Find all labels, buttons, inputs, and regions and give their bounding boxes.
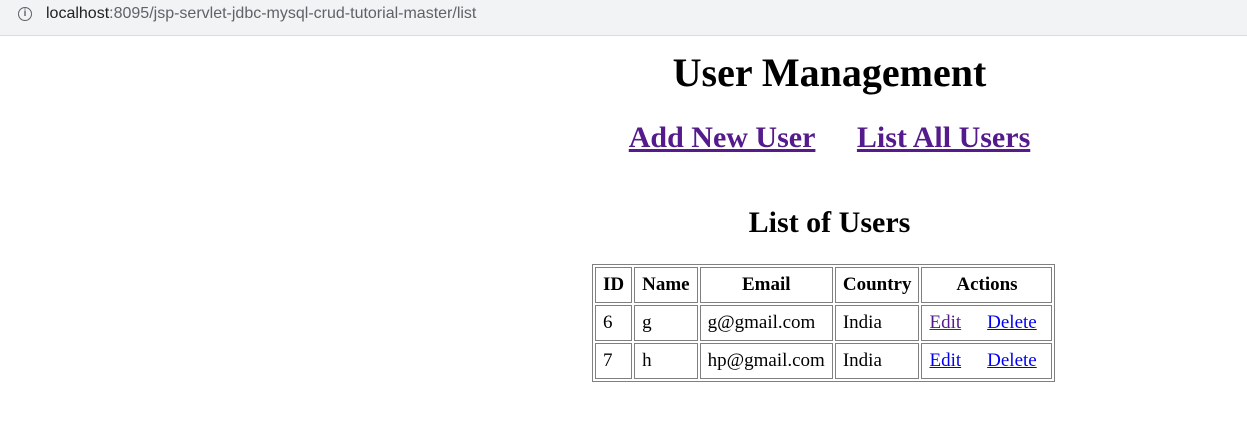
url-path: :8095/jsp-servlet-jdbc-mysql-crud-tutori… [109, 5, 477, 22]
delete-link[interactable]: Delete [987, 312, 1037, 333]
column-header-actions: Actions [921, 267, 1053, 303]
column-header-country: Country [834, 267, 920, 303]
edit-link[interactable]: Edit [929, 350, 961, 371]
table-header-row: ID Name Email Country Actions [595, 267, 1053, 303]
cell-country: India [834, 343, 920, 379]
cell-email: g@gmail.com [699, 305, 833, 341]
table-row: 7 h hp@gmail.com India Edit Delete [595, 343, 1053, 379]
cell-id: 7 [595, 343, 633, 379]
column-header-name: Name [634, 267, 698, 303]
cell-email: hp@gmail.com [699, 343, 833, 379]
cell-id: 6 [595, 305, 633, 341]
info-icon[interactable]: i [18, 7, 32, 21]
add-new-user-link[interactable]: Add New User [629, 121, 816, 154]
cell-name: g [634, 305, 698, 341]
cell-actions: Edit Delete [921, 305, 1053, 341]
nav-links: Add New User List All Users [0, 120, 1247, 156]
browser-address-bar[interactable]: i localhost:8095/jsp-servlet-jdbc-mysql-… [0, 0, 1247, 36]
column-header-email: Email [699, 267, 833, 303]
cell-actions: Edit Delete [921, 343, 1053, 379]
url-host: localhost [46, 5, 110, 22]
cell-name: h [634, 343, 698, 379]
cell-country: India [834, 305, 920, 341]
table-row: 6 g g@gmail.com India Edit Delete [595, 305, 1053, 341]
column-header-id: ID [595, 267, 633, 303]
users-table: ID Name Email Country Actions 6 g g@gmai… [592, 264, 1056, 382]
page-title: User Management [672, 50, 987, 95]
edit-link[interactable]: Edit [929, 312, 961, 333]
url-text[interactable]: localhost:8095/jsp-servlet-jdbc-mysql-cr… [46, 4, 476, 24]
delete-link[interactable]: Delete [987, 350, 1037, 371]
list-title: List of Users [748, 206, 911, 239]
list-all-users-link[interactable]: List All Users [857, 121, 1030, 154]
